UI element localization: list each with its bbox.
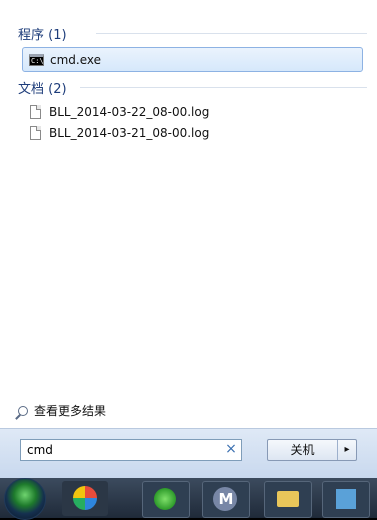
result-label: BLL_2014-03-22_08-00.log [49, 104, 210, 119]
documents-divider [80, 87, 367, 88]
shutdown-button[interactable]: 关机 [268, 440, 338, 460]
programs-divider [96, 33, 367, 34]
pinned-app-m-icon[interactable]: M [202, 481, 250, 518]
shutdown-options-arrow[interactable]: ▸ [338, 440, 356, 460]
search-input[interactable]: cmd [20, 439, 242, 461]
result-label: BLL_2014-03-21_08-00.log [49, 125, 210, 140]
cmd-icon: C:\ [29, 53, 44, 66]
start-orb-icon[interactable] [4, 478, 46, 520]
see-more-results-link[interactable]: 查看更多结果 [18, 402, 106, 419]
document-icon [30, 104, 41, 119]
see-more-label: 查看更多结果 [34, 404, 107, 418]
shutdown-button-group: 关机 ▸ [267, 439, 357, 461]
clear-search-icon[interactable]: × [224, 441, 238, 457]
documents-section-title: 文档 (2) [18, 82, 67, 97]
result-cmd-exe[interactable]: C:\ cmd.exe [22, 47, 363, 72]
search-icon [18, 405, 28, 416]
pinned-app-green-circle-icon[interactable] [142, 481, 190, 518]
programs-section-title: 程序 (1) [18, 28, 67, 43]
result-document[interactable]: BLL_2014-03-22_08-00.log [22, 100, 363, 123]
pinned-app-window-icon[interactable] [322, 481, 370, 518]
taskbar: M [0, 478, 377, 520]
document-icon [30, 125, 41, 140]
result-document[interactable]: BLL_2014-03-21_08-00.log [22, 121, 363, 144]
pinned-app-colorful-icon[interactable] [62, 481, 108, 516]
start-menu: 程序 (1) C:\ cmd.exe 文档 (2) BLL_2014-03-22… [0, 0, 377, 478]
result-label: cmd.exe [50, 52, 102, 67]
pinned-app-folder-icon[interactable] [264, 481, 312, 518]
m-letter: M [218, 490, 234, 508]
